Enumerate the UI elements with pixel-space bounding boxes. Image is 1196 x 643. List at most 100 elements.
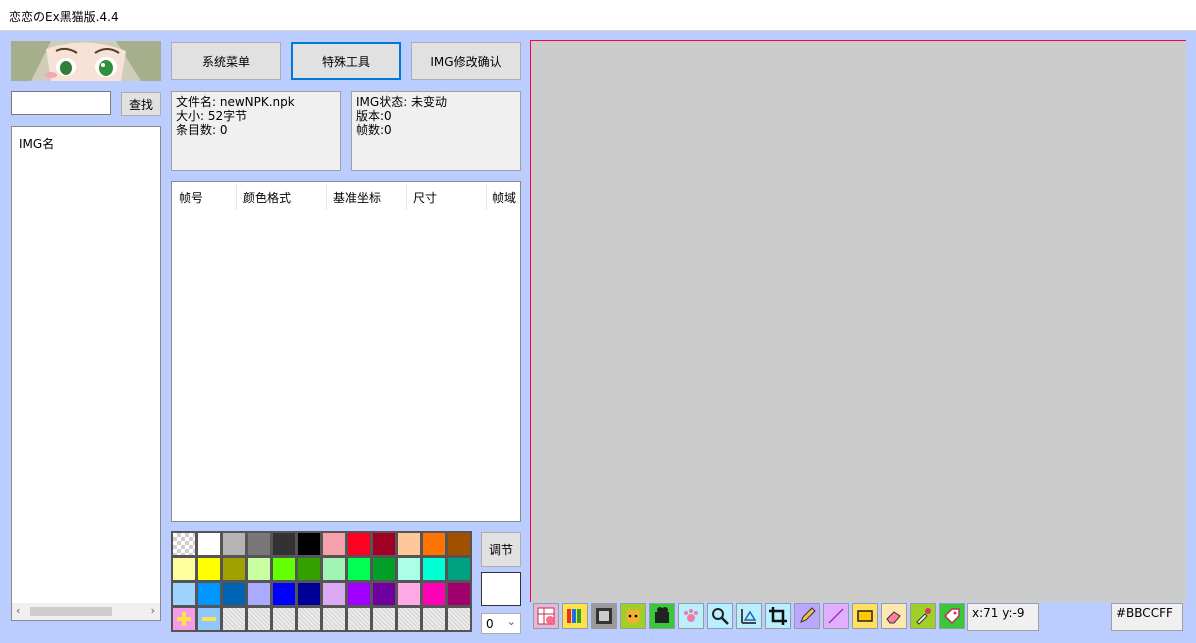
palette-swatch[interactable] [272, 557, 296, 581]
palette-swatch[interactable] [222, 582, 246, 606]
palette-swatch[interactable] [297, 557, 321, 581]
palette-swatch[interactable] [447, 532, 471, 556]
tag-icon[interactable] [939, 603, 965, 629]
palette-swatch[interactable] [272, 582, 296, 606]
entry-count: 条目数: 0 [176, 123, 228, 137]
palette-swatch[interactable] [372, 582, 396, 606]
move-axes-icon[interactable] [736, 603, 762, 629]
palette-swatch[interactable] [197, 557, 221, 581]
current-color-swatch[interactable] [481, 572, 521, 606]
palette-swatch[interactable] [247, 582, 271, 606]
palette-swatch-empty[interactable] [297, 607, 321, 631]
palette-swatch-empty[interactable] [222, 607, 246, 631]
scroll-thumb[interactable] [30, 607, 112, 616]
column-divider [486, 184, 487, 210]
color-palette [171, 531, 472, 632]
img-list-hscrollbar[interactable]: ‹ › [12, 603, 160, 620]
palette-swatch[interactable] [222, 557, 246, 581]
palette-swatch-empty[interactable] [397, 607, 421, 631]
rectangle-icon[interactable] [852, 603, 878, 629]
paw-icon[interactable] [678, 603, 704, 629]
search-input[interactable] [11, 91, 111, 115]
img-confirm-button[interactable]: IMG修改确认 [411, 42, 521, 80]
magnifier-icon[interactable] [707, 603, 733, 629]
palette-swatch-empty[interactable] [272, 607, 296, 631]
palette-swatch[interactable] [347, 582, 371, 606]
palette-swatch[interactable] [197, 582, 221, 606]
palette-swatch[interactable] [372, 532, 396, 556]
palette-swatch-empty[interactable] [372, 607, 396, 631]
column-color-format[interactable]: 颜色格式 [243, 189, 291, 206]
img-confirm-label: IMG修改确认 [430, 54, 502, 69]
search-button-label: 查找 [128, 97, 153, 112]
palette-swatch[interactable] [447, 557, 471, 581]
color-hex-text: #BBCCFF [1116, 606, 1173, 620]
palette-swatch[interactable] [172, 582, 196, 606]
palette-swatch[interactable] [347, 557, 371, 581]
palette-swatch-empty[interactable] [347, 607, 371, 631]
eraser-icon[interactable] [881, 603, 907, 629]
frame-table[interactable]: 帧号 颜色格式 基准坐标 尺寸 帧域 [171, 181, 521, 522]
palette-swatch-empty[interactable] [447, 607, 471, 631]
palette-swatch-empty[interactable] [422, 607, 446, 631]
palette-swatch-transparent[interactable] [172, 532, 196, 556]
palette-swatch[interactable] [322, 582, 346, 606]
film-strip-icon[interactable] [591, 603, 617, 629]
img-version: 版本:0 [356, 109, 392, 123]
img-status: IMG状态: 未变动 [356, 95, 448, 109]
palette-swatch[interactable] [447, 582, 471, 606]
line-icon[interactable] [823, 603, 849, 629]
scroll-right-icon[interactable]: › [151, 604, 155, 617]
camera-icon[interactable] [649, 603, 675, 629]
column-base-coords[interactable]: 基准坐标 [333, 189, 381, 206]
img-info-panel: IMG状态: 未变动 版本:0 帧数:0 [351, 91, 521, 171]
system-menu-button[interactable]: 系统菜单 [171, 42, 281, 80]
palette-swatch[interactable] [247, 557, 271, 581]
special-tools-label: 特殊工具 [321, 54, 370, 69]
palette-swatch[interactable] [422, 557, 446, 581]
window-title: 恋恋のEx黑猫版.4.4 [9, 10, 119, 24]
palette-swatch[interactable] [272, 532, 296, 556]
palette-swatch[interactable] [247, 532, 271, 556]
palette-swatch[interactable] [222, 532, 246, 556]
palette-swatch[interactable] [197, 532, 221, 556]
column-frame-domain[interactable]: 帧域 [492, 189, 516, 206]
palette-swatch-empty[interactable] [322, 607, 346, 631]
palette-swatch[interactable] [422, 532, 446, 556]
palette-swatch[interactable] [397, 557, 421, 581]
palette-remove-icon[interactable] [197, 607, 221, 631]
palette-swatch[interactable] [372, 557, 396, 581]
palette-swatch[interactable] [322, 557, 346, 581]
palette-swatch[interactable] [347, 532, 371, 556]
canvas-area[interactable] [530, 40, 1186, 602]
title-bar: 恋恋のEx黑猫版.4.4 [0, 0, 1196, 31]
palette-swatch[interactable] [297, 582, 321, 606]
system-menu-label: 系统菜单 [201, 54, 250, 69]
column-divider [236, 184, 237, 210]
pencil-icon[interactable] [794, 603, 820, 629]
color-bars-icon[interactable] [562, 603, 588, 629]
frame-table-header: 帧号 颜色格式 基准坐标 尺寸 帧域 [172, 182, 520, 212]
palette-swatch[interactable] [397, 582, 421, 606]
img-list[interactable]: IMG名 ‹ › [11, 126, 161, 621]
palette-swatch-empty[interactable] [247, 607, 271, 631]
column-frame-number[interactable]: 帧号 [179, 189, 203, 206]
search-button[interactable]: 查找 [121, 92, 161, 116]
palette-swatch[interactable] [322, 532, 346, 556]
color-hex-readout: #BBCCFF [1111, 603, 1183, 631]
scroll-left-icon[interactable]: ‹ [16, 604, 20, 617]
palette-swatch[interactable] [297, 532, 321, 556]
adjust-button[interactable]: 调节 [481, 532, 521, 567]
crop-icon[interactable] [765, 603, 791, 629]
image-grid-icon[interactable] [533, 603, 559, 629]
adjust-label: 调节 [488, 543, 513, 557]
palette-swatch[interactable] [422, 582, 446, 606]
palette-select[interactable]: 0 ⌄ [481, 613, 521, 634]
eyedropper-icon[interactable] [910, 603, 936, 629]
special-tools-button[interactable]: 特殊工具 [291, 42, 401, 80]
column-size[interactable]: 尺寸 [413, 189, 437, 206]
palette-swatch[interactable] [397, 532, 421, 556]
cat-face-icon[interactable] [620, 603, 646, 629]
palette-add-icon[interactable] [172, 607, 196, 631]
palette-swatch[interactable] [172, 557, 196, 581]
